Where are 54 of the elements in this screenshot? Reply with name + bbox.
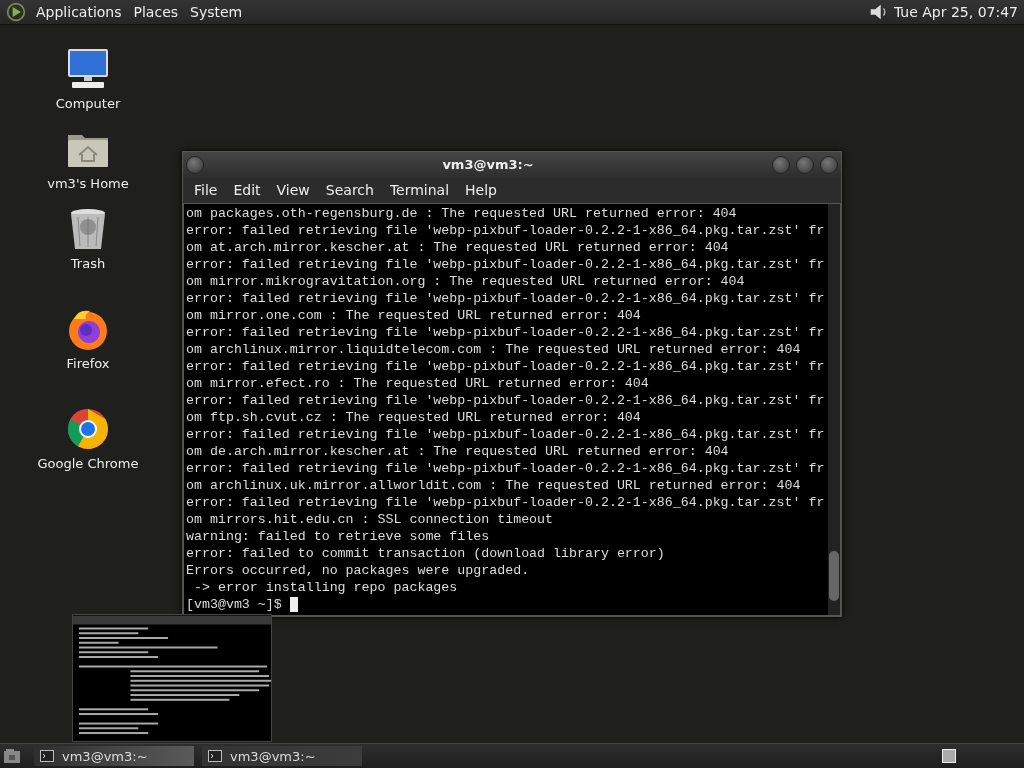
desktop-icon-label[interactable]: vm3's Home: [47, 176, 129, 191]
terminal-line: om packages.oth-regensburg.de : The requested URL returned error: 404: [186, 205, 738, 222]
scrollbar-thumb[interactable]: [829, 551, 839, 601]
terminal-line: om de.arch.mirror.kescher.at : The requested URL returned error: 404: [186, 443, 730, 460]
terminal-icon: [40, 750, 54, 762]
terminal-line: om archlinux.mirror.liquidtelecom.com : The requested URL returned error: 404: [186, 341, 802, 358]
terminal-line: om mirror.efect.ro : The requested URL returned error: 404: [186, 375, 650, 392]
desktop-icon-label[interactable]: Google Chrome: [37, 456, 139, 471]
terminal-line: om ftp.sh.cvut.cz : The requested URL returned error: 404: [186, 409, 642, 426]
terminal-line: error: failed retrieving file 'webp-pixbuf-loader-0.2.2-1-x86_64.pkg.tar.zst' fr: [186, 426, 826, 443]
terminal-icon: [208, 750, 222, 762]
menu-item[interactable]: Search: [318, 182, 383, 198]
maximize-button[interactable]: [796, 155, 814, 174]
terminal-line: error: failed retrieving file 'webp-pixbuf-loader-0.2.2-1-x86_64.pkg.tar.zst' fr: [186, 392, 826, 409]
taskbar-button[interactable]: vm3@vm3:~: [34, 746, 194, 766]
terminal-line: om mirrors.hit.edu.cn : SSL connection timeout: [186, 511, 555, 528]
terminal-line: error: failed retrieving file 'webp-pixbuf-loader-0.2.2-1-x86_64.pkg.tar.zst' fr: [186, 324, 826, 341]
menu-item[interactable]: View: [269, 182, 319, 198]
menu-item[interactable]: Edit: [226, 182, 270, 198]
terminal-line: error: failed to commit transaction (download library error): [186, 545, 666, 562]
menu-item[interactable]: Help: [458, 182, 506, 198]
terminal-line: om at.arch.mirror.kescher.at : The requested URL returned error: 404: [186, 239, 730, 256]
desktop-icon-label[interactable]: Computer: [55, 96, 121, 111]
panel-menu[interactable]: Places: [129, 4, 187, 20]
terminal-line: om mirror.mikrogravitation.org : The requested URL returned error: 404: [186, 273, 746, 290]
minimize-button[interactable]: [772, 155, 790, 174]
menu-item[interactable]: File: [187, 182, 227, 198]
window-title: vm3@vm3:~: [442, 157, 534, 172]
taskbar-button[interactable]: vm3@vm3:~: [202, 746, 362, 766]
terminal-line: error: failed retrieving file 'webp-pixbuf-loader-0.2.2-1-x86_64.pkg.tar.zst' fr: [186, 460, 826, 477]
terminal-line: om archlinux.uk.mirror.allworldit.com : The requested URL returned error: 404: [186, 477, 802, 494]
terminal-line: warning: failed to retrieve some files: [186, 528, 491, 545]
menu-item[interactable]: Terminal: [382, 182, 459, 198]
window-menu-button[interactable]: [186, 155, 204, 174]
scrollbar[interactable]: [828, 204, 840, 615]
logo-icon[interactable]: [6, 2, 26, 22]
panel-menu[interactable]: System: [186, 4, 251, 20]
terminal-line: error: failed retrieving file 'webp-pixbuf-loader-0.2.2-1-x86_64.pkg.tar.zst' fr: [186, 290, 826, 307]
desktop-icon-label[interactable]: Trash: [70, 256, 106, 271]
workspace-switcher[interactable]: [942, 749, 956, 763]
clock[interactable]: Tue Apr 25, 07:47: [893, 4, 1018, 20]
panel-menu[interactable]: Applications: [32, 4, 130, 20]
terminal-line: error: failed retrieving file 'webp-pixbuf-loader-0.2.2-1-x86_64.pkg.tar.zst' fr: [186, 358, 826, 375]
terminal-line: Errors occurred, no packages were upgraded.: [186, 562, 531, 579]
terminal-line: -> error installing repo packages: [192, 579, 459, 596]
terminal-line: error: failed retrieving file 'webp-pixbuf-loader-0.2.2-1-x86_64.pkg.tar.zst' fr: [186, 256, 826, 273]
text-cursor: [289, 597, 298, 612]
terminal-line: om mirror.one.com : The requested URL returned error: 404: [186, 307, 642, 324]
close-button[interactable]: [820, 155, 838, 174]
terminal-line: error: failed retrieving file 'webp-pixbuf-loader-0.2.2-1-x86_64.pkg.tar.zst' fr: [186, 222, 826, 239]
show-desktop-icon[interactable]: [2, 746, 22, 766]
terminal-prompt: [vm3@vm3 ~]$: [186, 596, 282, 613]
desktop-icon-label[interactable]: Firefox: [66, 356, 110, 371]
terminal-line: error: failed retrieving file 'webp-pixbuf-loader-0.2.2-1-x86_64.pkg.tar.zst' fr: [186, 494, 826, 511]
